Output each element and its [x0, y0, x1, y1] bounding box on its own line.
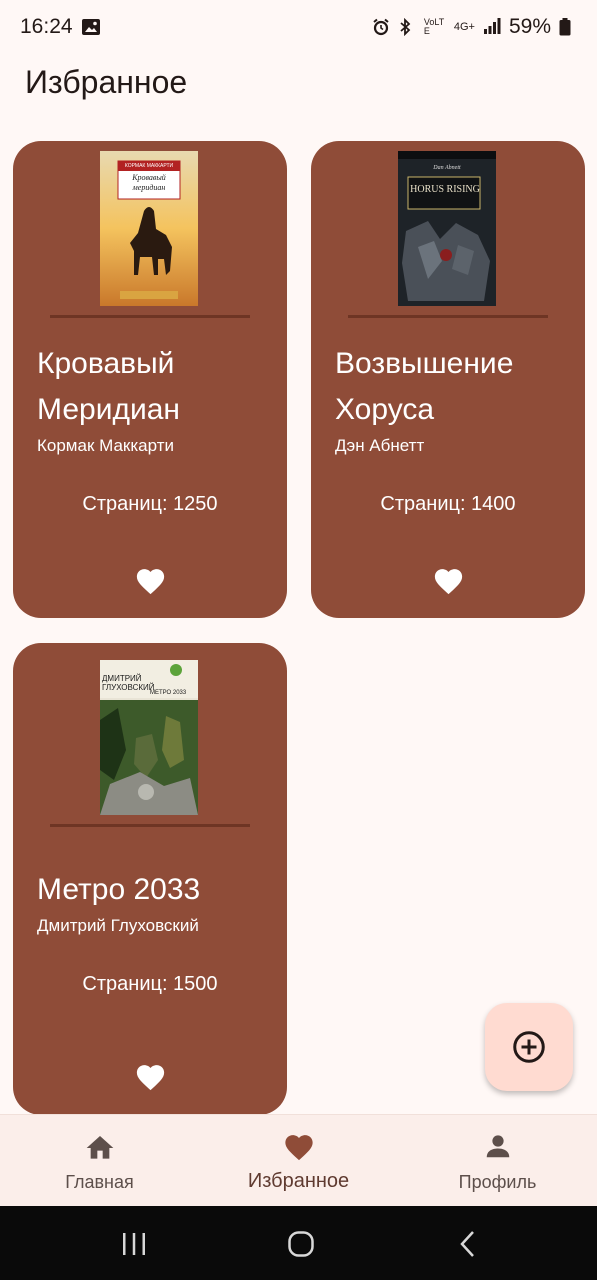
- add-book-fab[interactable]: [485, 1003, 573, 1091]
- book-title: Возвышение Хоруса: [335, 347, 514, 426]
- status-bar: 16:24 VoLTE 4G+ 59%: [0, 0, 597, 54]
- book-card[interactable]: ДМИТРИЙ ГЛУХОВСКИЙ МЕТРО 2033 Метро 2033…: [13, 643, 287, 1115]
- home-icon: [84, 1130, 116, 1162]
- favorite-button[interactable]: [132, 563, 168, 597]
- heart-icon: [434, 569, 462, 595]
- book-card[interactable]: КОРМАК МАККАРТИ Кровавый меридиан Кровав…: [13, 141, 287, 618]
- add-circle-icon: [513, 1031, 545, 1063]
- heart-icon: [136, 1065, 164, 1091]
- back-chevron-icon: [460, 1231, 474, 1257]
- card-divider: [50, 315, 250, 318]
- gallery-notification-icon: [81, 18, 100, 36]
- cover-title-text: МЕТРО 2033: [150, 690, 187, 696]
- book-pages: Страниц: 1250: [82, 493, 218, 515]
- recent-apps-icon: [123, 1233, 145, 1255]
- nav-label-home: Главная: [65, 1172, 134, 1192]
- book-title: Кровавый Меридиан: [37, 347, 180, 426]
- card-divider: [348, 315, 548, 318]
- heart-icon: [282, 1130, 316, 1162]
- bottom-navigation: Главная Избранное Профиль: [0, 1114, 597, 1206]
- back-button[interactable]: [448, 1228, 488, 1260]
- person-icon: [483, 1130, 513, 1162]
- status-time: 16:24: [20, 15, 73, 38]
- status-right: VoLTE 4G+ 59%: [372, 15, 577, 39]
- signal-icon: [483, 18, 501, 36]
- cover-author-text: КОРМАК МАККАРТИ: [124, 163, 174, 169]
- status-icons: VoLTE 4G+: [372, 17, 501, 37]
- volte-indicator: VoLTE: [423, 17, 445, 36]
- book-author: Кормак Маккарти: [37, 436, 174, 455]
- battery-percent: 59%: [508, 15, 551, 38]
- nav-label-profile: Профиль: [458, 1172, 537, 1192]
- card-divider: [50, 824, 250, 827]
- book-pages: Страниц: 1500: [82, 973, 218, 995]
- home-circle-icon: [288, 1231, 314, 1257]
- cover-author-text: Dan Abnett: [433, 165, 461, 171]
- status-left: 16:24: [20, 15, 100, 39]
- nav-item-home[interactable]: Главная: [0, 1115, 199, 1207]
- book-cover-image: Dan Abnett HORUS RISING: [398, 151, 496, 306]
- cover-title-text: Кровавый меридиан: [132, 173, 166, 192]
- alarm-icon: [372, 18, 390, 36]
- book-author: Дэн Абнетт: [335, 436, 425, 455]
- system-navigation-bar: [0, 1206, 597, 1280]
- page-title: Избранное: [25, 64, 188, 100]
- nav-label-favorites: Избранное: [247, 1170, 350, 1192]
- book-pages: Страниц: 1400: [380, 493, 516, 515]
- book-cover-image: ДМИТРИЙ ГЛУХОВСКИЙ МЕТРО 2033: [100, 660, 198, 815]
- book-author: Дмитрий Глуховский: [37, 916, 199, 935]
- nav-item-favorites[interactable]: Избранное: [199, 1115, 398, 1207]
- heart-icon: [136, 569, 164, 595]
- battery-icon: [559, 18, 577, 36]
- nav-item-profile[interactable]: Профиль: [398, 1115, 597, 1207]
- recent-apps-button[interactable]: [114, 1228, 154, 1260]
- cover-title-text: HORUS RISING: [410, 184, 480, 195]
- home-system-button[interactable]: [281, 1228, 321, 1260]
- bluetooth-icon: [398, 17, 416, 37]
- book-card[interactable]: Dan Abnett HORUS RISING Возвышение Хорус…: [311, 141, 585, 618]
- network-type: 4G+: [453, 21, 475, 33]
- book-cover-image: КОРМАК МАККАРТИ Кровавый меридиан: [100, 151, 198, 306]
- book-title: Метро 2033: [37, 873, 201, 906]
- favorite-button[interactable]: [430, 563, 466, 597]
- favorite-button[interactable]: [132, 1059, 168, 1093]
